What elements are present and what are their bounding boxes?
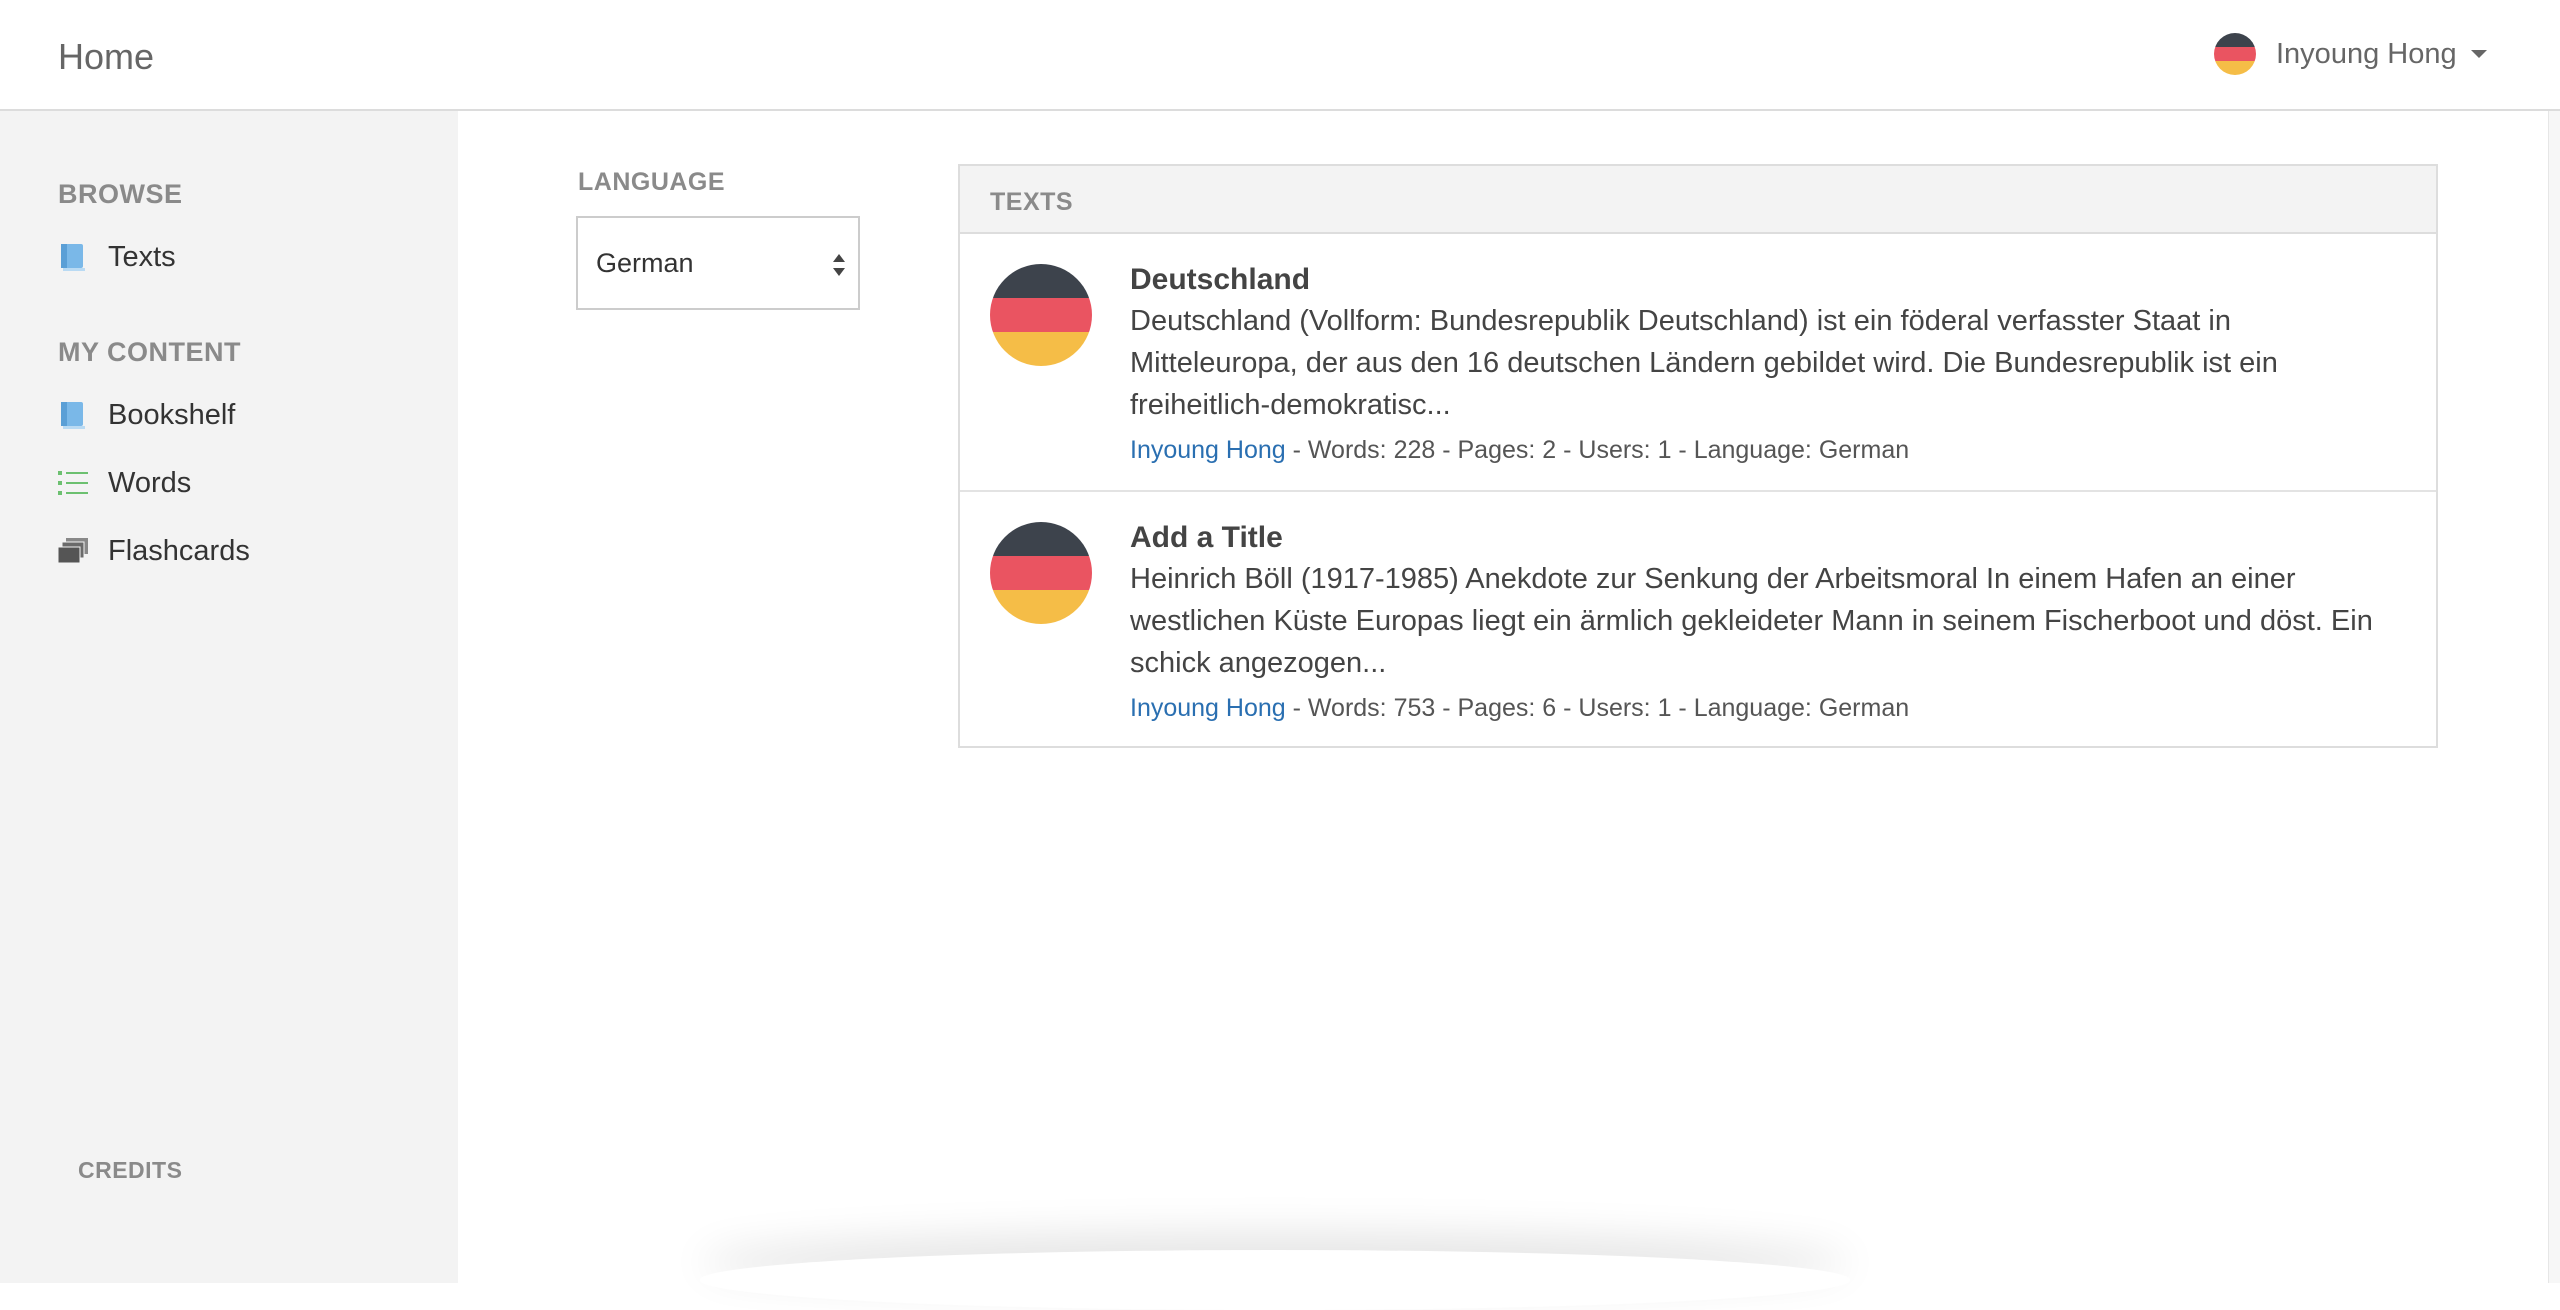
cards-icon <box>58 536 88 566</box>
sidebar-item-texts[interactable]: Texts <box>58 237 176 277</box>
germany-flag-icon <box>990 264 1092 366</box>
text-title[interactable]: Add a Title <box>1130 518 2396 558</box>
text-stats: - Words: 753 - Pages: 6 - Users: 1 - Lan… <box>1285 694 1910 722</box>
texts-panel-title: TEXTS <box>990 188 1074 216</box>
text-excerpt: Heinrich Böll (1917-1985) Anekdote zur S… <box>1130 563 2373 679</box>
sidebar-item-flashcards[interactable]: Flashcards <box>58 531 250 571</box>
list-item[interactable]: Add a Title Heinrich Böll (1917-1985) An… <box>960 490 2436 746</box>
user-name: Inyoung Hong <box>2276 37 2457 70</box>
my-content-section-title: MY CONTENT <box>58 337 242 367</box>
language-select[interactable]: German <box>576 216 860 310</box>
text-title[interactable]: Deutschland <box>1130 260 2396 300</box>
home-link[interactable]: Home <box>58 36 154 78</box>
bottom-shadow-decoration <box>700 1250 1850 1310</box>
text-stats: - Words: 228 - Pages: 2 - Users: 1 - Lan… <box>1285 436 1910 464</box>
select-arrows-icon <box>832 252 846 278</box>
book-icon <box>58 400 88 430</box>
text-meta: Inyoung Hong - Words: 228 - Pages: 2 - U… <box>1130 432 2396 468</box>
caret-down-icon <box>2470 50 2487 58</box>
sidebar-item-words[interactable]: Words <box>58 463 191 503</box>
sidebar-item-label: Flashcards <box>108 534 250 567</box>
sidebar-item-bookshelf[interactable]: Bookshelf <box>58 395 235 435</box>
germany-flag-icon <box>990 522 1092 624</box>
book-icon <box>58 242 88 272</box>
language-select-value: German <box>596 248 694 278</box>
sidebar-item-label: Bookshelf <box>108 398 236 431</box>
top-navbar: Home Inyoung Hong <box>0 0 2560 111</box>
sidebar-item-label: Texts <box>108 240 176 273</box>
text-meta: Inyoung Hong - Words: 753 - Pages: 6 - U… <box>1130 690 2396 726</box>
scrollbar-track[interactable] <box>2548 111 2560 1283</box>
user-menu-dropdown[interactable]: Inyoung Hong <box>2214 33 2487 75</box>
language-label: LANGUAGE <box>578 168 726 196</box>
credits-link[interactable]: CREDITS <box>78 1157 182 1184</box>
texts-panel-header: TEXTS <box>958 164 2438 234</box>
texts-list: Deutschland Deutschland (Vollform: Bunde… <box>958 234 2438 748</box>
author-link[interactable]: Inyoung Hong <box>1130 436 1286 464</box>
germany-flag-icon <box>2214 33 2256 75</box>
author-link[interactable]: Inyoung Hong <box>1130 694 1286 722</box>
list-icon <box>58 468 88 498</box>
text-excerpt: Deutschland (Vollform: Bundesrepublik De… <box>1130 305 2278 421</box>
sidebar: BROWSE Texts MY CONTENT Bookshelf Words … <box>0 111 458 1283</box>
browse-section-title: BROWSE <box>58 179 183 209</box>
sidebar-item-label: Words <box>108 466 192 499</box>
list-item[interactable]: Deutschland Deutschland (Vollform: Bunde… <box>960 234 2436 490</box>
